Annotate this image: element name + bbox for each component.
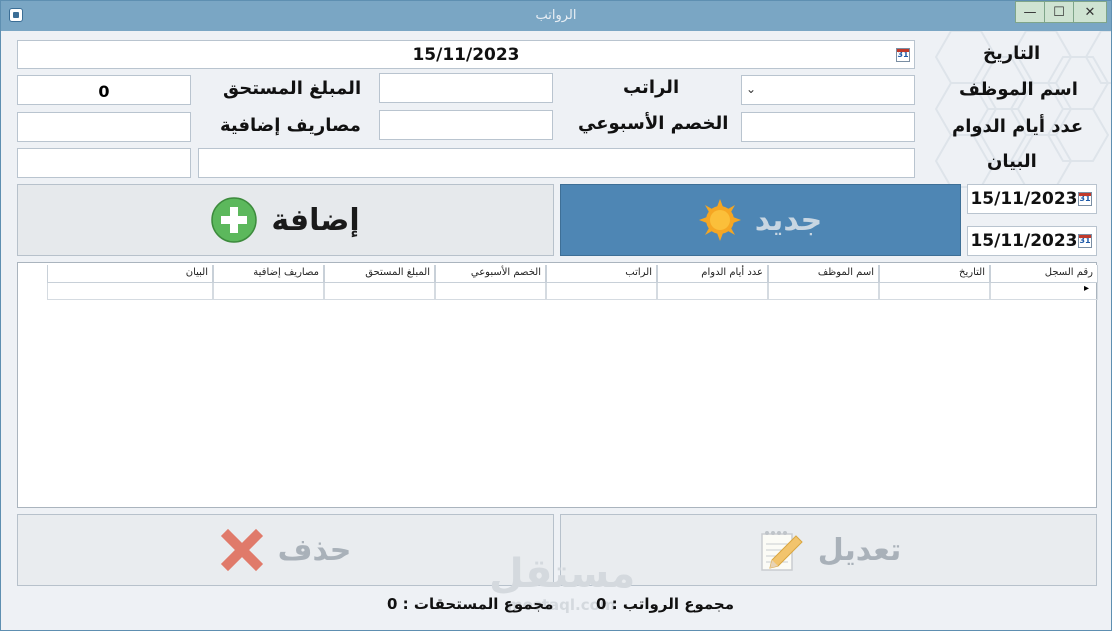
filter-date-from[interactable]: 15/11/2023 31: [967, 184, 1097, 214]
total-dues: مجموع المستحقات : 0: [387, 595, 553, 613]
salaries-table[interactable]: رقم السجل التاريخ اسم الموظف عدد أيام ال…: [17, 262, 1098, 508]
pencil-notepad-icon: [760, 531, 803, 571]
delete-button-label: حذف: [277, 532, 352, 568]
table-header: رقم السجل التاريخ اسم الموظف عدد أيام ال…: [30, 265, 1098, 283]
delete-button[interactable]: حذف: [17, 514, 554, 586]
table-cell[interactable]: [990, 283, 1098, 300]
plus-circle-icon: [211, 197, 258, 243]
maximize-button[interactable]: ☐: [1044, 1, 1074, 23]
row-indicator-icon: ▸: [1084, 283, 1090, 294]
work-days-label: عدد أيام الدوام: [952, 116, 1084, 137]
add-button-label: إضافة: [271, 202, 360, 238]
total-salaries-value: 0: [596, 595, 607, 613]
table-cell[interactable]: [47, 283, 213, 300]
table-cell[interactable]: [324, 283, 435, 300]
calendar-icon[interactable]: 31: [1078, 192, 1092, 206]
filter-date-to[interactable]: 15/11/2023 31: [967, 226, 1097, 256]
statement-input[interactable]: [198, 148, 915, 178]
edit-button-label: تعديل: [817, 532, 902, 568]
salaries-window: الرواتب — ☐ ✕ 15/11/2023 31 التاريخ ⌄ اس…: [0, 0, 1112, 631]
column-header[interactable]: التاريخ: [879, 265, 990, 283]
filter-date-to-value: 15/11/2023: [970, 231, 1078, 251]
column-header[interactable]: الخصم الأسبوعي: [435, 265, 546, 283]
employee-select[interactable]: ⌄: [741, 75, 915, 105]
close-button[interactable]: ✕: [1073, 1, 1107, 23]
column-header[interactable]: الراتب: [546, 265, 657, 283]
calendar-icon[interactable]: 31: [1078, 234, 1092, 248]
extra-expenses-label: مصاريف إضافية: [220, 115, 361, 136]
work-days-input[interactable]: [741, 112, 915, 142]
total-salaries: مجموع الرواتب : 0: [596, 595, 734, 613]
column-header[interactable]: رقم السجل: [990, 265, 1098, 283]
new-button[interactable]: جديد: [560, 184, 961, 256]
total-dues-value: 0: [387, 595, 398, 613]
new-button-label: جديد: [754, 202, 823, 238]
extra-expenses-input[interactable]: [17, 112, 191, 142]
table-cell[interactable]: [435, 283, 546, 300]
column-header[interactable]: المبلغ المستحق: [324, 265, 435, 283]
due-amount-value: 0: [98, 82, 110, 101]
column-header[interactable]: البيان: [47, 265, 213, 283]
date-label: التاريخ: [983, 43, 1041, 64]
calendar-icon[interactable]: 31: [896, 47, 910, 62]
total-salaries-label: مجموع الرواتب :: [611, 595, 735, 613]
add-button[interactable]: إضافة: [17, 184, 554, 256]
salary-input[interactable]: [379, 73, 553, 103]
client-area: 15/11/2023 31 التاريخ ⌄ اسم الموظف الرات…: [1, 31, 1111, 630]
column-header[interactable]: مصاريف إضافية: [213, 265, 324, 283]
edit-button[interactable]: تعديل: [560, 514, 1097, 586]
salary-label: الراتب: [623, 77, 680, 98]
window-controls: — ☐ ✕: [1015, 1, 1107, 23]
table-cell[interactable]: [657, 283, 768, 300]
minimize-button[interactable]: —: [1015, 1, 1045, 23]
column-header[interactable]: اسم الموظف: [768, 265, 879, 283]
due-amount-field[interactable]: 0: [17, 75, 191, 105]
table-cell[interactable]: [879, 283, 990, 300]
total-dues-label: مجموع المستحقات :: [402, 595, 554, 613]
chevron-down-icon[interactable]: ⌄: [746, 82, 756, 96]
x-icon: [220, 528, 263, 572]
table-new-row[interactable]: [30, 283, 1098, 300]
sun-icon: [698, 199, 741, 241]
title-bar: الرواتب — ☐ ✕: [1, 1, 1111, 31]
date-picker[interactable]: 15/11/2023 31: [17, 40, 915, 69]
weekly-deduction-label: الخصم الأسبوعي: [578, 113, 729, 134]
date-value: 15/11/2023: [412, 44, 520, 65]
statement-label: البيان: [987, 151, 1037, 172]
statement-extra-input[interactable]: [17, 148, 191, 178]
due-amount-label: المبلغ المستحق: [223, 78, 362, 99]
table-cell[interactable]: [213, 283, 324, 300]
weekly-deduction-input[interactable]: [379, 110, 553, 140]
employee-label: اسم الموظف: [959, 79, 1078, 100]
watermark-logo: مستقل: [489, 551, 636, 597]
filter-date-from-value: 15/11/2023: [970, 189, 1078, 209]
table-cell[interactable]: [768, 283, 879, 300]
column-header[interactable]: عدد أيام الدوام: [657, 265, 768, 283]
table-cell[interactable]: [546, 283, 657, 300]
window-title: الرواتب: [535, 8, 577, 23]
